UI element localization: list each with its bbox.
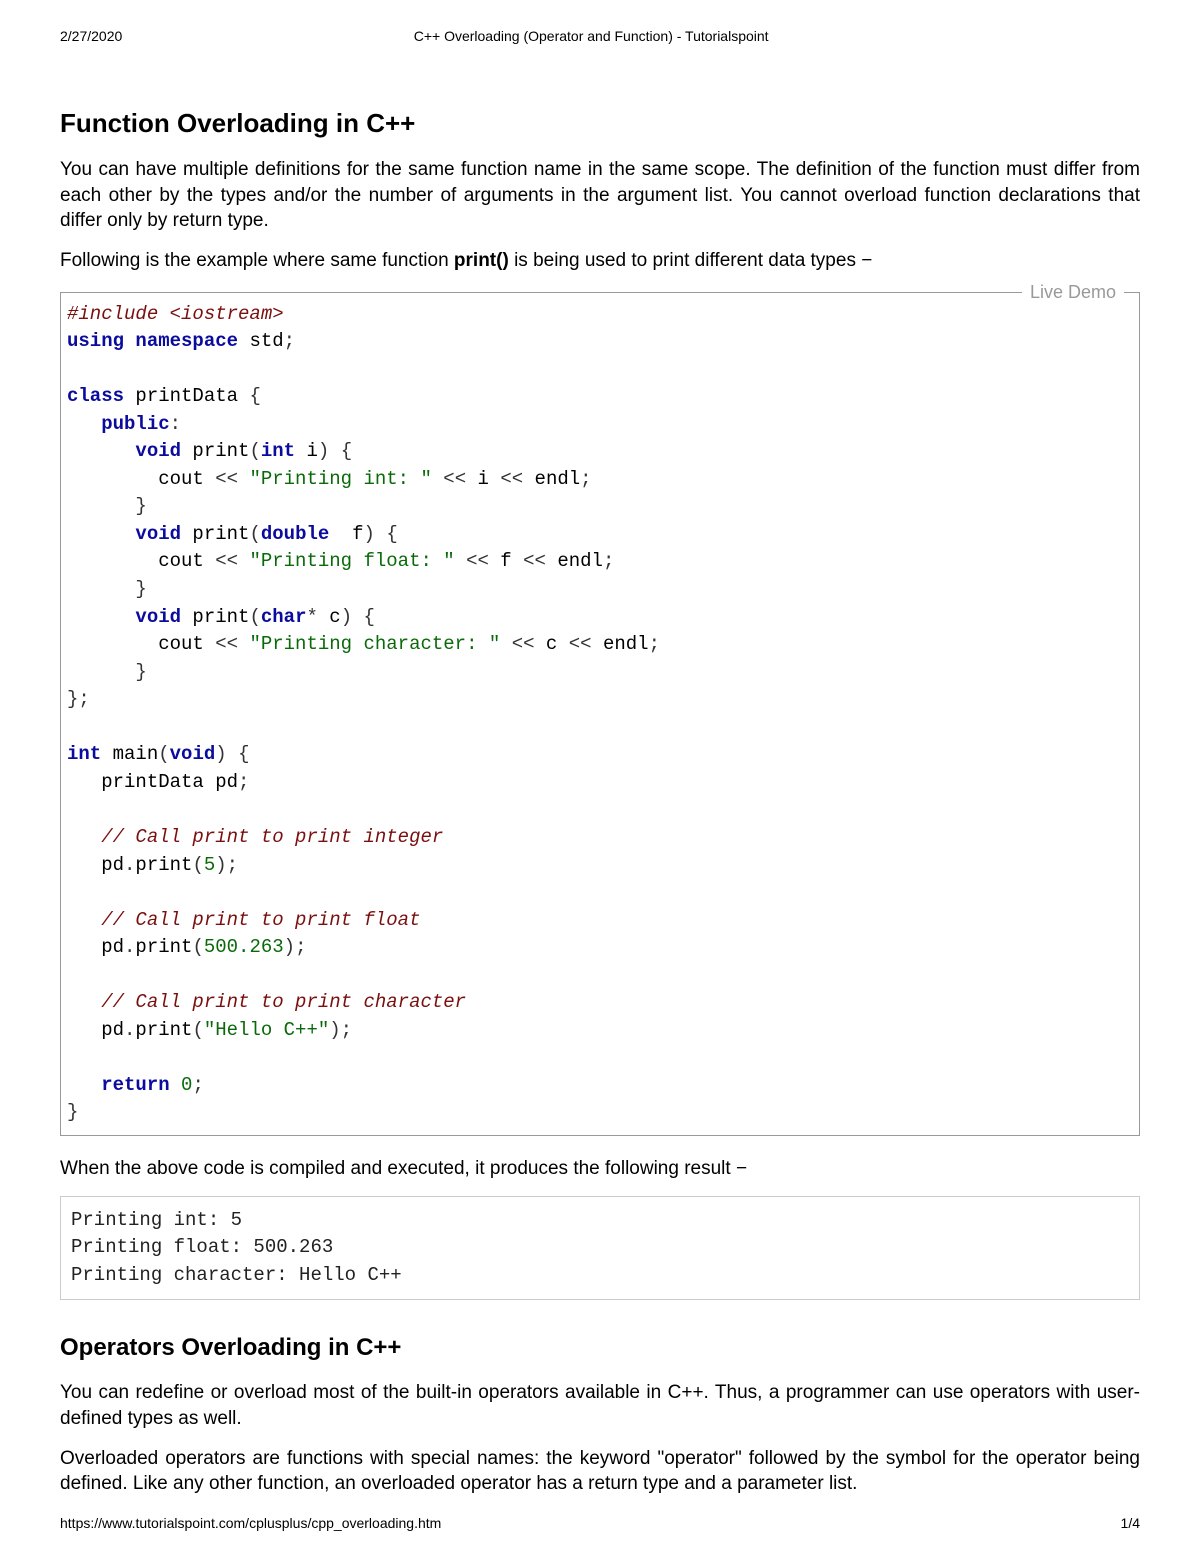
print-title: C++ Overloading (Operator and Function) … xyxy=(122,28,1060,44)
paragraph: You can redefine or overload most of the… xyxy=(60,1380,1140,1431)
paragraph: Following is the example where same func… xyxy=(60,248,1140,274)
footer-page-number: 1/4 xyxy=(1121,1515,1140,1531)
paragraph: When the above code is compiled and exec… xyxy=(60,1156,1140,1182)
code-listing: #include <iostream> using namespace std;… xyxy=(60,292,1140,1136)
heading-function-overloading: Function Overloading in C++ xyxy=(60,108,1140,139)
print-footer: https://www.tutorialspoint.com/cplusplus… xyxy=(60,1515,1140,1531)
inline-code: print() xyxy=(454,250,509,271)
footer-url: https://www.tutorialspoint.com/cplusplus… xyxy=(60,1515,441,1531)
print-header: 2/27/2020 C++ Overloading (Operator and … xyxy=(60,28,1140,84)
text: is being used to print different data ty… xyxy=(509,250,873,271)
paragraph: You can have multiple definitions for th… xyxy=(60,157,1140,234)
code-block: Live Demo #include <iostream> using name… xyxy=(60,292,1140,1136)
print-date: 2/27/2020 xyxy=(60,28,122,44)
output-block: Printing int: 5 Printing float: 500.263 … xyxy=(60,1196,1140,1301)
paragraph: Overloaded operators are functions with … xyxy=(60,1446,1140,1497)
live-demo-link[interactable]: Live Demo xyxy=(1022,282,1124,303)
text: Following is the example where same func… xyxy=(60,250,454,271)
page: 2/27/2020 C++ Overloading (Operator and … xyxy=(0,0,1200,1553)
heading-operators-overloading: Operators Overloading in C++ xyxy=(60,1334,1140,1362)
